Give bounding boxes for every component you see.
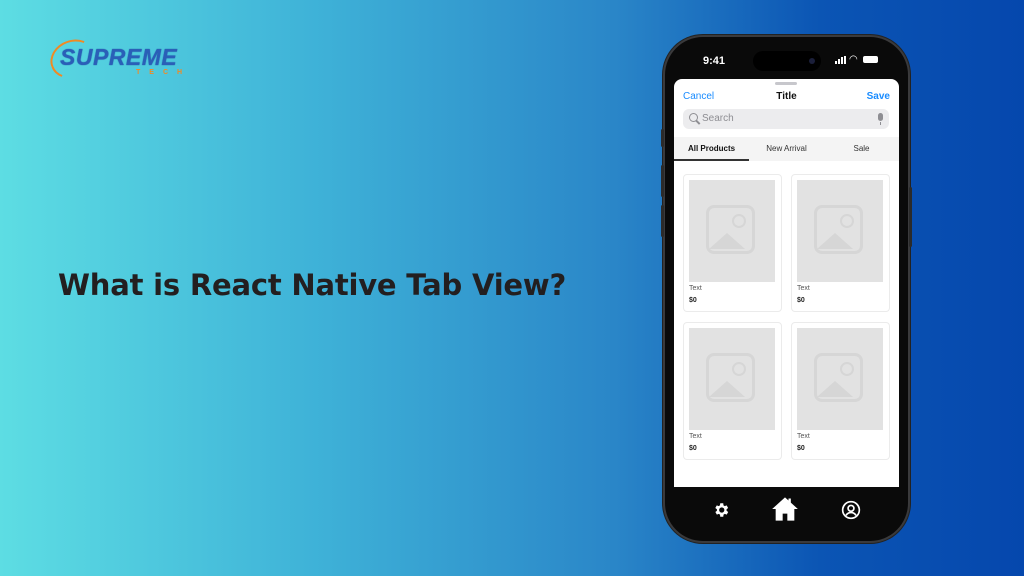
active-tab-indicator bbox=[674, 159, 749, 161]
sheet-grabber[interactable] bbox=[775, 82, 797, 85]
product-price: $0 bbox=[689, 297, 697, 304]
power-button bbox=[909, 187, 912, 247]
status-bar: 9:41 ◠ bbox=[665, 37, 908, 79]
gear-icon[interactable] bbox=[712, 501, 730, 519]
tab-sale[interactable]: Sale bbox=[824, 144, 899, 153]
product-price: $0 bbox=[797, 297, 805, 304]
product-text: Text bbox=[689, 433, 702, 440]
profile-icon[interactable] bbox=[841, 500, 861, 520]
status-time: 9:41 bbox=[703, 55, 726, 67]
product-text: Text bbox=[689, 285, 702, 292]
image-placeholder-icon bbox=[814, 353, 863, 402]
logo-subtitle: TECH bbox=[136, 69, 192, 76]
search-placeholder: Search bbox=[702, 113, 734, 124]
product-card[interactable]: Text $0 bbox=[791, 322, 890, 460]
battery-icon bbox=[863, 56, 878, 63]
tab-new-arrival[interactable]: New Arrival bbox=[749, 144, 824, 153]
product-card[interactable]: Text $0 bbox=[683, 174, 782, 312]
volume-up-button bbox=[661, 165, 664, 197]
nav-bar: Cancel Title Save bbox=[674, 89, 899, 109]
microphone-icon[interactable] bbox=[878, 113, 883, 125]
home-icon[interactable] bbox=[771, 495, 799, 523]
product-image bbox=[797, 180, 883, 282]
logo-name: SUPREME bbox=[60, 44, 178, 70]
product-image bbox=[689, 328, 775, 430]
save-button[interactable]: Save bbox=[867, 91, 890, 102]
search-icon bbox=[689, 113, 698, 122]
signal-icon bbox=[835, 56, 846, 64]
product-image bbox=[797, 328, 883, 430]
search-input[interactable]: Search bbox=[683, 109, 889, 129]
bottom-tab-bar bbox=[665, 487, 908, 541]
product-text: Text bbox=[797, 433, 810, 440]
image-placeholder-icon bbox=[706, 205, 755, 254]
headline: What is React Native Tab View? bbox=[58, 268, 567, 302]
tab-bar-top: All Products New Arrival Sale bbox=[674, 137, 899, 161]
volume-down-button bbox=[661, 205, 664, 237]
action-button bbox=[661, 129, 664, 147]
product-text: Text bbox=[797, 285, 810, 292]
product-card[interactable]: Text $0 bbox=[791, 174, 890, 312]
nav-title: Title bbox=[776, 91, 797, 102]
product-card[interactable]: Text $0 bbox=[683, 322, 782, 460]
product-image bbox=[689, 180, 775, 282]
image-placeholder-icon bbox=[814, 205, 863, 254]
product-price: $0 bbox=[689, 445, 697, 452]
phone-mockup: 9:41 ◠ Cancel Title Save Search All Prod… bbox=[661, 37, 912, 541]
camera-icon bbox=[809, 58, 815, 64]
wifi-icon: ◠ bbox=[849, 54, 858, 65]
image-placeholder-icon bbox=[706, 353, 755, 402]
tab-all-products[interactable]: All Products bbox=[674, 144, 749, 153]
app-screen: Cancel Title Save Search All Products Ne… bbox=[674, 79, 899, 487]
supreme-tech-logo: SUPREME TECH bbox=[44, 33, 200, 85]
product-price: $0 bbox=[797, 445, 805, 452]
